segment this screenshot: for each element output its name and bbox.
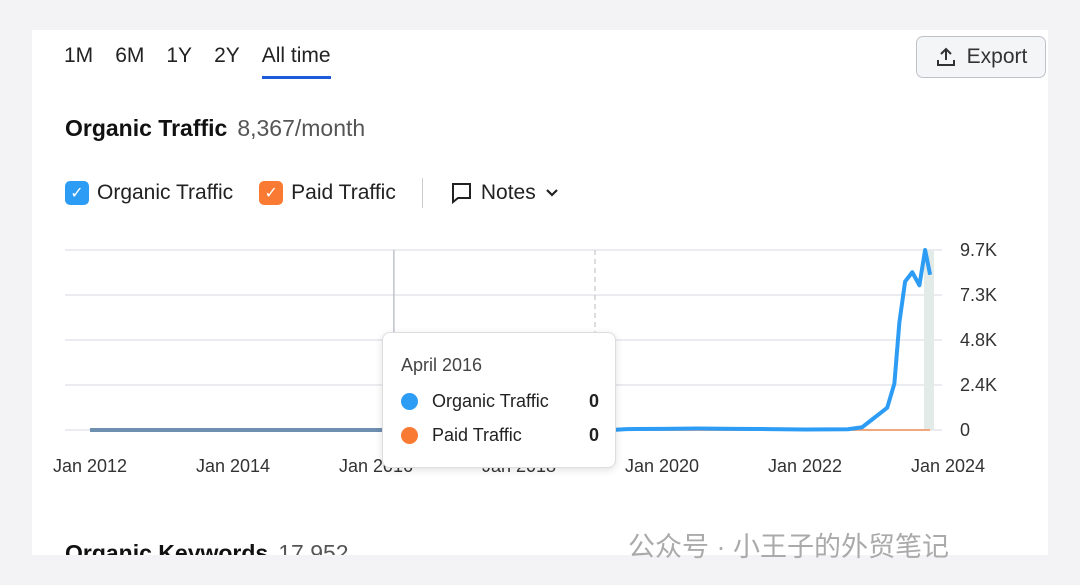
y-tick-label: 4.8K xyxy=(960,330,997,350)
chart-tooltip: April 2016 Organic Traffic 0 Paid Traffic… xyxy=(382,332,616,468)
y-tick-label: 2.4K xyxy=(960,375,997,395)
x-tick-label: Jan 2020 xyxy=(625,456,699,476)
tooltip-value: 0 xyxy=(588,391,599,411)
tooltip-label: Organic Traffic xyxy=(432,391,549,411)
y-tick-label: 0 xyxy=(960,420,970,440)
traffic-card: 1M 6M 1Y 2Y All time Export Organic Traf… xyxy=(32,30,1048,555)
tooltip-label: Paid Traffic xyxy=(432,425,522,445)
paid-dot-icon xyxy=(401,427,418,444)
tooltip-date: April 2016 xyxy=(401,355,483,375)
x-tick-label: Jan 2024 xyxy=(911,456,985,476)
y-tick-label: 9.7K xyxy=(960,240,997,260)
y-tick-label: 7.3K xyxy=(960,285,997,305)
current-period-band xyxy=(924,250,934,430)
keywords-value: 17,952 xyxy=(278,540,349,555)
keywords-title: Organic Keywords 17,952 xyxy=(65,540,349,555)
tooltip-value: 0 xyxy=(588,425,599,445)
x-tick-label: Jan 2012 xyxy=(53,456,127,476)
organic-dot-icon xyxy=(401,393,418,410)
x-tick-label: Jan 2022 xyxy=(768,456,842,476)
tooltip-row-paid: Paid Traffic 0 xyxy=(401,425,599,446)
tooltip-row-organic: Organic Traffic 0 xyxy=(401,391,599,412)
watermark: 公众号 · 小王子的外贸笔记 xyxy=(628,532,949,562)
keywords-name: Organic Keywords xyxy=(65,540,269,555)
x-tick-label: Jan 2014 xyxy=(196,456,270,476)
